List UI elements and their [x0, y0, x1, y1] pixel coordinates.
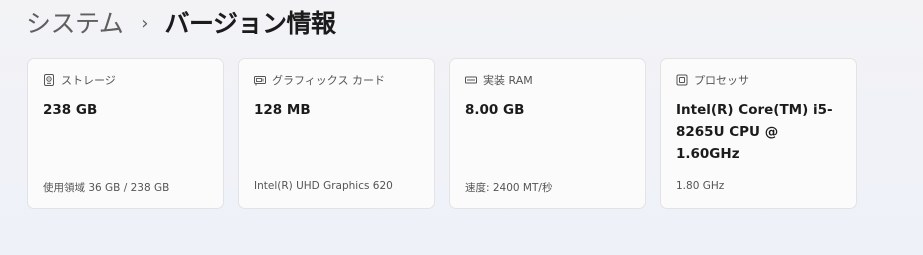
memory-card[interactable]: 実装 RAM 8.00 GB 速度: 2400 MT/秒	[449, 58, 646, 209]
processor-value: Intel(R) Core(TM) i5-8265U CPU @ 1.60GHz	[676, 102, 833, 162]
memory-value: 8.00 GB	[465, 102, 525, 118]
storage-card[interactable]: ストレージ 238 GB 使用領域 36 GB / 238 GB	[27, 58, 224, 209]
memory-speed: 速度: 2400 MT/秒	[465, 182, 553, 194]
card-header: プロセッサ	[676, 72, 749, 88]
storage-title: ストレージ	[61, 74, 116, 87]
processor-clock-speed: 1.80 GHz	[676, 180, 725, 192]
graphics-title: グラフィックス カード	[272, 74, 385, 87]
processor-icon	[676, 74, 688, 86]
storage-drive-icon	[43, 74, 55, 86]
processor-card[interactable]: プロセッサ Intel(R) Core(TM) i5-8265U CPU @ 1…	[660, 58, 857, 209]
spec-cards: ストレージ 238 GB 使用領域 36 GB / 238 GB グラフィックス…	[27, 58, 857, 209]
breadcrumb: システム › バージョン情報	[26, 2, 336, 42]
card-header: ストレージ	[43, 72, 116, 88]
card-header: 実装 RAM	[465, 72, 533, 88]
graphics-card-icon	[254, 74, 266, 86]
memory-title: 実装 RAM	[483, 74, 533, 87]
breadcrumb-parent-link[interactable]: システム	[26, 4, 124, 40]
storage-value: 238 GB	[43, 102, 98, 118]
chevron-right-icon: ›	[141, 12, 149, 34]
graphics-value: 128 MB	[254, 102, 311, 118]
graphics-model: Intel(R) UHD Graphics 620	[254, 180, 393, 192]
card-header: グラフィックス カード	[254, 72, 385, 88]
memory-ram-icon	[465, 74, 477, 86]
page-title: バージョン情報	[164, 9, 336, 38]
graphics-card[interactable]: グラフィックス カード 128 MB Intel(R) UHD Graphics…	[238, 58, 435, 209]
processor-title: プロセッサ	[694, 74, 749, 87]
storage-usage: 使用領域 36 GB / 238 GB	[43, 182, 170, 194]
